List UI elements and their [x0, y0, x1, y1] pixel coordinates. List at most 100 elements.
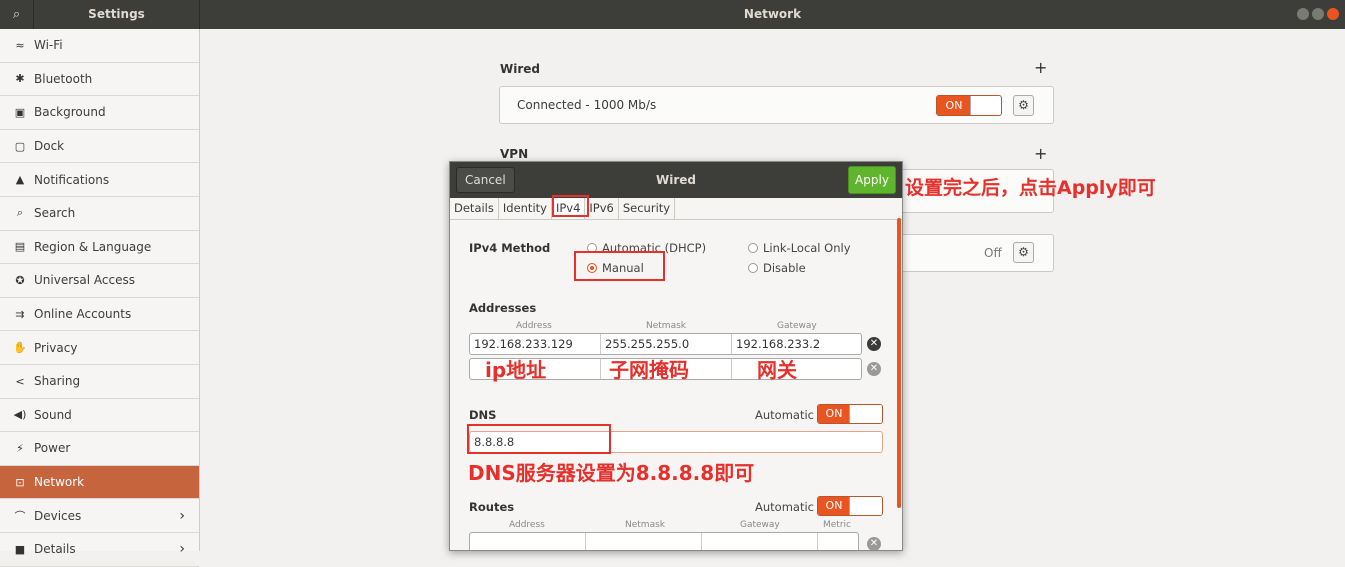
remove-address-icon[interactable]: ✕ — [867, 337, 881, 351]
routes-label: Routes — [469, 500, 514, 514]
chevron-right-icon: › — [179, 541, 185, 557]
dialog-tabs: Details Identity IPv4 IPv6 Security — [450, 198, 902, 220]
bluetooth-icon: ✱ — [12, 72, 28, 85]
minimize-icon[interactable] — [1297, 8, 1309, 20]
dns-automatic-toggle[interactable]: ON — [817, 404, 883, 424]
dialog-title: Wired — [450, 162, 902, 198]
network-title: Network — [200, 0, 1345, 29]
add-vpn-button[interactable]: + — [1034, 144, 1047, 163]
tab-ipv6[interactable]: IPv6 — [585, 198, 618, 219]
vpn-section-title: VPN — [500, 147, 528, 161]
sidebar-item-sound[interactable]: ◀) Sound — [0, 399, 199, 433]
wired-toggle[interactable]: ON — [936, 95, 1002, 116]
apply-annotation: 设置完之后，点击Apply即可 — [905, 173, 1156, 200]
routes-automatic-label: Automatic — [755, 500, 814, 514]
flag-icon: ▤ — [12, 240, 28, 253]
address-row: 192.168.233.129 255.255.255.0 192.168.23… — [469, 333, 862, 355]
speaker-icon: ◀) — [12, 408, 28, 421]
dialog-scrollbar[interactable] — [897, 218, 901, 508]
route-address-input[interactable] — [470, 533, 586, 550]
ipv4-method-label: IPv4 Method — [469, 241, 550, 255]
cancel-button[interactable]: Cancel — [456, 167, 515, 193]
title-bar: ⌕ Settings Network — [0, 0, 1345, 29]
ipv4-settings: IPv4 Method Automatic (DHCP) Link-Local … — [450, 220, 902, 550]
power-icon: ⚡ — [12, 442, 28, 455]
route-gateway-input[interactable] — [702, 533, 818, 550]
netmask-annotation: 子网掩码 — [609, 354, 689, 383]
wired-section-title: Wired — [500, 62, 540, 76]
share-icon: < — [12, 375, 28, 388]
col-gateway: Gateway — [777, 321, 817, 331]
search-icon[interactable]: ⌕ — [0, 0, 34, 29]
sidebar-item-label: Privacy — [34, 341, 77, 355]
sidebar-item-label: Wi-Fi — [34, 38, 63, 52]
dialog-header: Cancel Wired Apply — [450, 162, 902, 198]
apply-button[interactable]: Apply — [848, 166, 896, 194]
route-metric-input[interactable] — [818, 533, 858, 550]
sidebar-item-background[interactable]: ▣Background — [0, 96, 199, 130]
toggle-knob — [849, 497, 882, 515]
sidebar-item-label: Details — [34, 542, 76, 556]
sidebar-item-search[interactable]: ⌕Search — [0, 197, 199, 231]
add-wired-button[interactable]: + — [1034, 58, 1047, 77]
sidebar-item-network[interactable]: ⊡Network — [0, 466, 199, 500]
tab-security[interactable]: Security — [619, 198, 675, 219]
sidebar-item-notifications[interactable]: ▲ Notifications — [0, 163, 199, 197]
radio-dot — [748, 263, 758, 273]
route-netmask-input[interactable] — [586, 533, 702, 550]
settings-title: Settings — [34, 0, 200, 29]
proxy-settings-gear-icon[interactable]: ⚙ — [1013, 242, 1034, 263]
toggle-knob — [849, 405, 882, 423]
tab-identity[interactable]: Identity — [499, 198, 552, 219]
sidebar-item-power[interactable]: ⚡Power — [0, 432, 199, 466]
sidebar: ≈ Wi-Fi ✱Bluetooth ▣Background ▢Dock ▲ Not… — [0, 29, 200, 551]
sidebar-item-sharing[interactable]: <Sharing — [0, 365, 199, 399]
wifi-icon: ≈ — [12, 39, 28, 52]
sidebar-item-dock[interactable]: ▢Dock — [0, 130, 199, 164]
sidebar-item-devices[interactable]: ⌒Devices› — [0, 499, 199, 533]
ipv4-tab-highlight — [552, 195, 589, 217]
sidebar-item-label: Sound — [34, 408, 72, 422]
gateway-input[interactable]: 192.168.233.2 — [732, 334, 861, 354]
bell-icon: ▲ — [12, 173, 28, 186]
sidebar-item-label: Online Accounts — [34, 307, 131, 321]
sidebar-item-details[interactable]: ■ Details › — [0, 533, 199, 567]
sidebar-item-label: Devices — [34, 509, 81, 523]
routes-automatic-toggle[interactable]: ON — [817, 496, 883, 516]
sidebar-item-region-language[interactable]: ▤ Region & Language — [0, 231, 199, 265]
sidebar-item-label: Search — [34, 206, 75, 220]
route-col-address: Address — [509, 520, 545, 530]
close-icon[interactable] — [1327, 8, 1339, 20]
address-input[interactable]: 192.168.233.129 — [470, 334, 601, 354]
sidebar-item-label: Background — [34, 105, 106, 119]
toggle-on-label: ON — [818, 497, 850, 515]
sidebar-item-wifi[interactable]: ≈ Wi-Fi — [0, 29, 199, 63]
ip-annotation: ip地址 — [485, 354, 546, 383]
radio-disable[interactable]: Disable — [748, 261, 806, 275]
radio-label: Disable — [763, 261, 806, 275]
sidebar-item-privacy[interactable]: ✋ Privacy — [0, 331, 199, 365]
gateway-annotation: 网关 — [757, 354, 797, 383]
dns-automatic-label: Automatic — [755, 408, 814, 422]
hand-icon: ✋ — [12, 341, 28, 354]
remove-route-icon[interactable]: ✕ — [867, 537, 881, 550]
sidebar-item-online-accounts[interactable]: ⇉ Online Accounts — [0, 298, 199, 332]
tab-details[interactable]: Details — [450, 198, 499, 219]
netmask-input[interactable]: 255.255.255.0 — [601, 334, 732, 354]
details-icon: ■ — [12, 543, 28, 556]
sidebar-item-universal-access[interactable]: ✪Universal Access — [0, 264, 199, 298]
route-row — [469, 532, 859, 550]
online-accounts-icon: ⇉ — [12, 308, 28, 321]
col-netmask: Netmask — [646, 321, 686, 331]
toggle-knob — [970, 96, 1001, 115]
remove-address-icon[interactable]: ✕ — [867, 362, 881, 376]
wired-settings-gear-icon[interactable]: ⚙ — [1013, 95, 1034, 116]
sidebar-item-label: Notifications — [34, 173, 109, 187]
radio-label: Link-Local Only — [763, 241, 851, 255]
network-icon: ⊡ — [12, 476, 28, 489]
sidebar-item-label: Region & Language — [34, 240, 151, 254]
sidebar-item-bluetooth[interactable]: ✱Bluetooth — [0, 63, 199, 97]
maximize-icon[interactable] — [1312, 8, 1324, 20]
radio-link-local-only[interactable]: Link-Local Only — [748, 241, 851, 255]
proxy-status: Off — [984, 246, 1002, 260]
